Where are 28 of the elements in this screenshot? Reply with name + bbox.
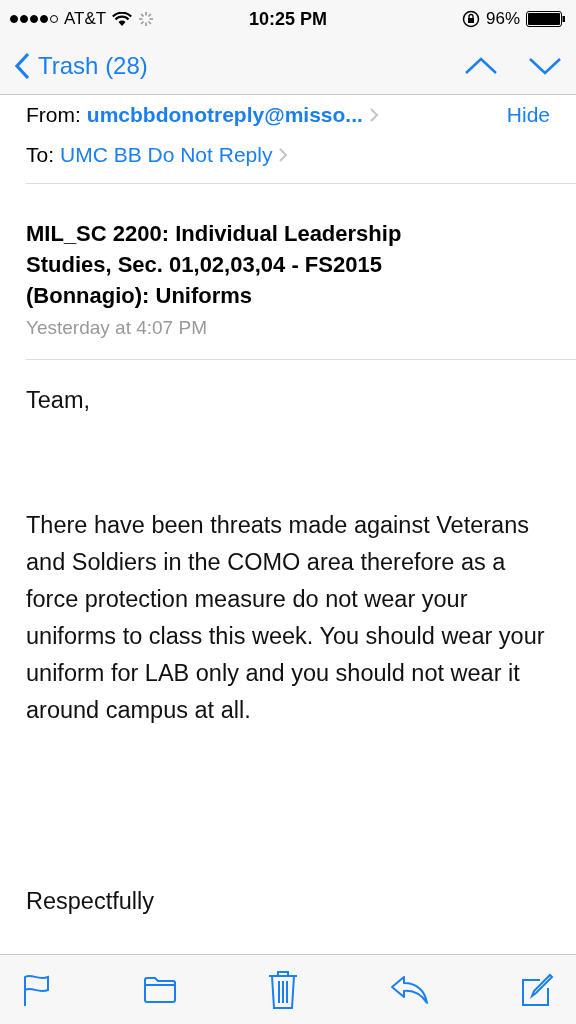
carrier-name: AT&T xyxy=(64,9,107,29)
greeting-text: Team, xyxy=(26,386,91,415)
from-label: From: xyxy=(26,103,81,127)
rotation-lock-icon xyxy=(462,10,480,28)
folder-icon[interactable] xyxy=(142,975,177,1004)
sender-address[interactable]: umcbbdonotreply@misso... xyxy=(86,103,363,127)
activity-spinner-icon xyxy=(138,11,155,27)
battery-percent: 96% xyxy=(486,9,520,29)
hide-link[interactable]: Hide xyxy=(506,103,550,127)
trash-icon[interactable] xyxy=(267,969,299,1010)
email-date: Yesterday at 4:07 PM xyxy=(26,317,208,339)
battery-icon xyxy=(526,11,566,27)
compose-icon[interactable] xyxy=(520,971,554,1008)
back-button[interactable]: Trash (28) xyxy=(14,52,148,80)
chevron-left-icon xyxy=(14,52,30,80)
status-time: 10:25 PM xyxy=(249,8,328,30)
email-subject: MIL_SC 2200: Individual Leadership Studies, Sec. 01,02,03,04 - FS2015 (Bonnagio): Uniforms xyxy=(26,220,403,310)
flag-icon[interactable] xyxy=(22,972,52,1007)
wifi-icon xyxy=(112,11,133,27)
chevron-up-icon[interactable] xyxy=(464,56,498,76)
to-label: To: xyxy=(26,143,54,167)
chevron-right-icon xyxy=(368,107,379,123)
recipient-name[interactable]: UMC BB Do Not Reply xyxy=(60,143,273,167)
closing-text: Respectfully xyxy=(26,887,155,916)
message-paragraph: There have been threats made against Veterans and Soldiers in the COMO area therefore as a force protection measure do not wear your uniforms to class this week. You should wear your uniform for LAB only and you should not wear it around campus at all. xyxy=(26,511,546,725)
chevron-down-icon[interactable] xyxy=(528,56,562,76)
reply-icon[interactable] xyxy=(389,974,430,1005)
chevron-right-icon xyxy=(278,147,289,163)
